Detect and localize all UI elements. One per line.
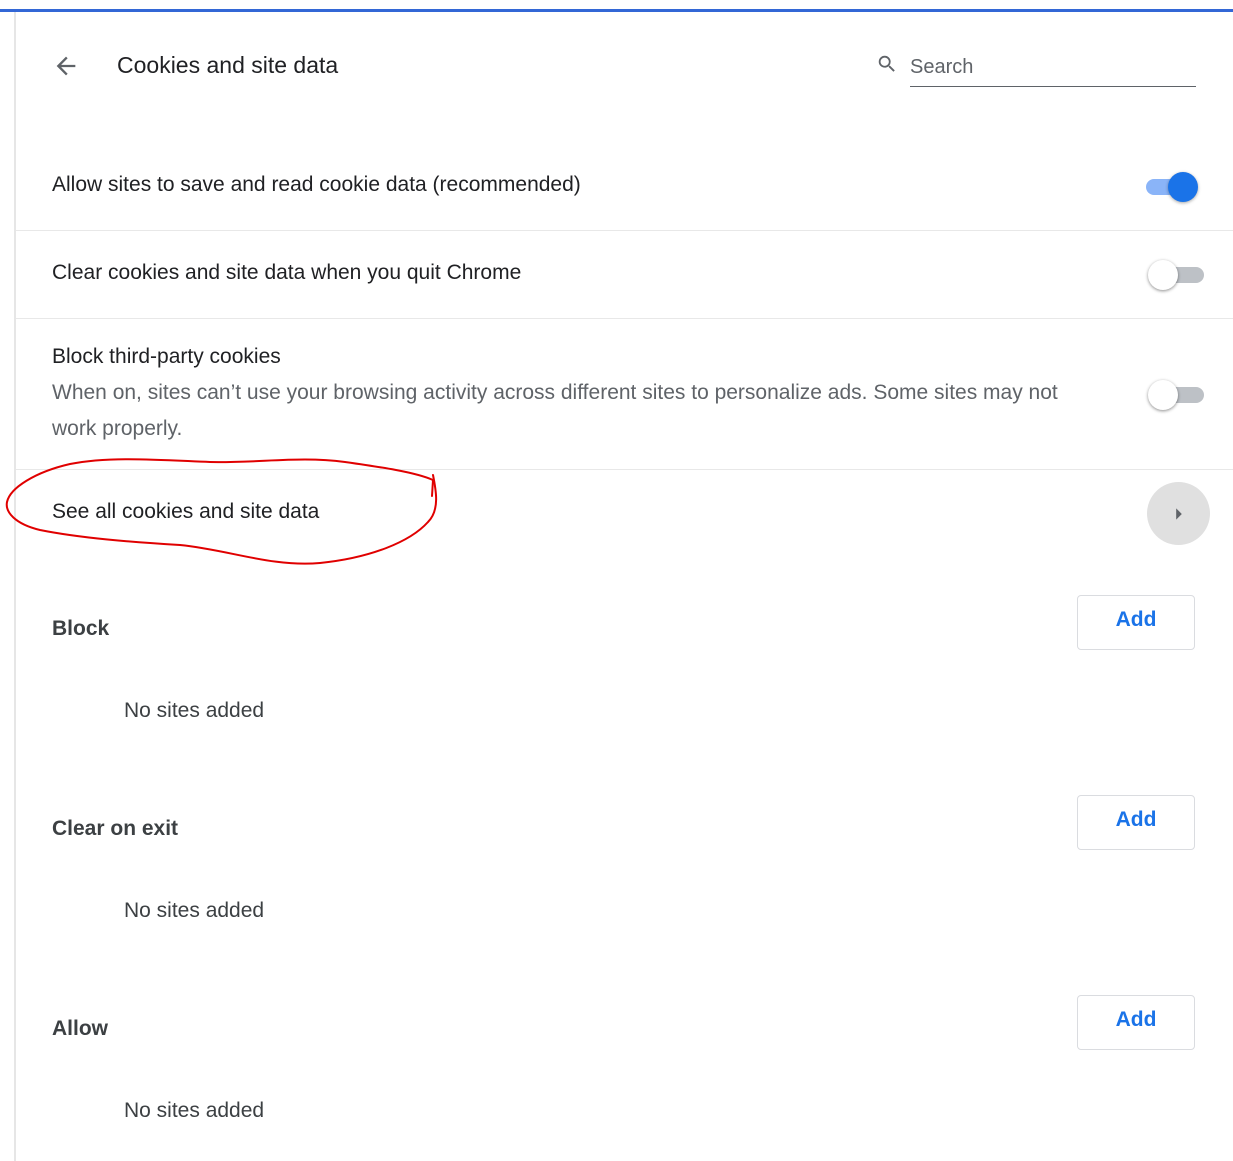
block-empty-text: No sites added <box>124 699 265 722</box>
see-all-cookies-label: See all cookies and site data <box>52 500 320 523</box>
clear-on-exit-empty-text: No sites added <box>124 899 265 922</box>
allow-empty-text: No sites added <box>124 1099 265 1122</box>
setting-label: Block third-party cookies <box>52 345 281 368</box>
clear-on-quit-toggle[interactable] <box>1148 257 1206 291</box>
setting-description: When on, sites can’t use your browsing a… <box>52 381 1058 440</box>
section-title-allow: Allow <box>52 1017 108 1040</box>
block-add-button[interactable]: Add <box>1077 595 1195 650</box>
page-title: Cookies and site data <box>117 52 339 78</box>
arrow-right-icon <box>1175 507 1182 520</box>
setting-label: Clear cookies and site data when you qui… <box>52 261 522 284</box>
search-icon[interactable] <box>876 53 898 75</box>
setting-row-allow-cookies[interactable]: Allow sites to save and read cookie data… <box>16 140 1233 230</box>
toggle-knob <box>1148 380 1178 410</box>
arrow-back-icon <box>56 56 76 76</box>
block-third-party-toggle[interactable] <box>1148 377 1206 411</box>
search-input[interactable] <box>910 48 1196 87</box>
setting-row-clear-on-quit[interactable]: Clear cookies and site data when you qui… <box>16 231 1233 318</box>
section-title-block: Block <box>52 617 110 640</box>
section-title-clear-on-exit: Clear on exit <box>52 817 179 840</box>
settings-page: Cookies and site data Allow sites to sav… <box>0 0 1233 1161</box>
back-button[interactable] <box>48 48 84 84</box>
toggle-knob <box>1168 172 1198 202</box>
allow-cookies-toggle[interactable] <box>1140 169 1198 203</box>
clear-on-exit-add-button[interactable]: Add <box>1077 795 1195 850</box>
setting-label: Allow sites to save and read cookie data… <box>52 173 581 196</box>
see-all-cookies-row[interactable]: See all cookies and site data <box>16 470 1233 558</box>
top-accent-bar <box>0 9 1233 12</box>
setting-row-block-third-party[interactable]: Block third-party cookies When on, sites… <box>16 319 1233 469</box>
see-all-cookies-arrow-button[interactable] <box>1147 482 1210 545</box>
toggle-knob <box>1148 260 1178 290</box>
search-box[interactable] <box>872 48 1196 88</box>
allow-add-button[interactable]: Add <box>1077 995 1195 1050</box>
